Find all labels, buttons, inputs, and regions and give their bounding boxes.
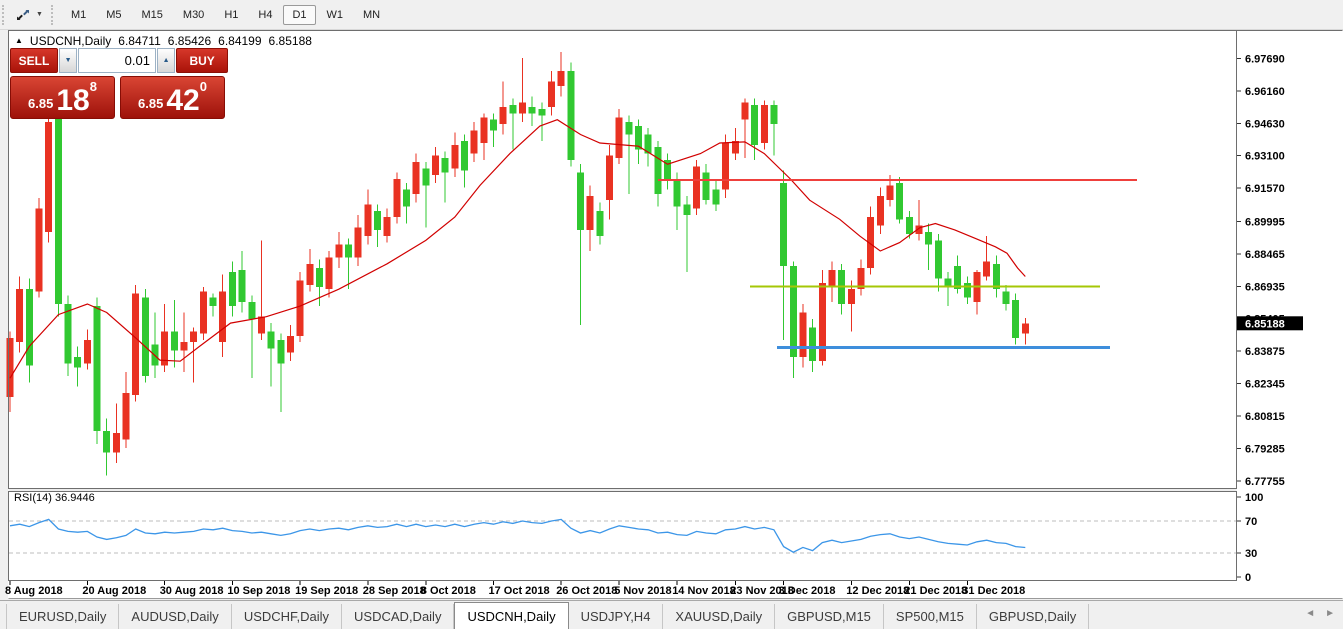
svg-text:30 Aug 2018: 30 Aug 2018 <box>160 585 224 597</box>
svg-text:14 Nov 2018: 14 Nov 2018 <box>672 585 736 597</box>
tab-usdcad-daily[interactable]: USDCAD,Daily <box>342 604 454 629</box>
sell-price-prefix: 6.85 <box>28 96 53 111</box>
sell-price-sup: 8 <box>90 79 97 94</box>
svg-text:70: 70 <box>1245 516 1257 528</box>
collapse-one-click-icon[interactable]: ▲ <box>15 37 23 45</box>
svg-text:6.86935: 6.86935 <box>1245 281 1285 293</box>
svg-text:6.79285: 6.79285 <box>1245 443 1285 455</box>
svg-text:10 Sep 2018: 10 Sep 2018 <box>227 585 290 597</box>
tab-usdjpy-h4[interactable]: USDJPY,H4 <box>569 604 664 629</box>
chart-close: 6.85188 <box>269 34 312 48</box>
tab-scroll-right-icon[interactable]: ► <box>1325 608 1335 619</box>
tab-eurusd-daily[interactable]: EURUSD,Daily <box>6 604 119 629</box>
volume-decrease-button[interactable]: ▼ <box>59 48 77 73</box>
buy-button[interactable]: BUY <box>176 48 228 73</box>
tab-gbpusd-m15[interactable]: GBPUSD,M15 <box>775 604 884 629</box>
svg-text:20 Aug 2018: 20 Aug 2018 <box>82 585 146 597</box>
svg-text:6.82345: 6.82345 <box>1245 379 1285 391</box>
svg-text:28 Sep 2018: 28 Sep 2018 <box>363 585 426 597</box>
svg-text:6.93100: 6.93100 <box>1245 151 1285 163</box>
tab-xauusd-daily[interactable]: XAUUSD,Daily <box>663 604 775 629</box>
svg-text:6.77755: 6.77755 <box>1245 476 1285 488</box>
buy-price-prefix: 6.85 <box>138 96 163 111</box>
buy-price-big: 42 <box>166 87 199 116</box>
buy-price-sup: 0 <box>200 79 207 94</box>
svg-text:6.83875: 6.83875 <box>1245 346 1285 358</box>
svg-text:6.96160: 6.96160 <box>1245 86 1285 98</box>
sell-button[interactable]: SELL <box>10 48 58 73</box>
svg-text:6.91570: 6.91570 <box>1245 183 1285 195</box>
tab-scroll-arrows: ◄ ► <box>1305 608 1335 619</box>
chart-high: 6.85426 <box>168 34 211 48</box>
svg-text:0: 0 <box>1245 572 1251 584</box>
tab-usdchf-daily[interactable]: USDCHF,Daily <box>232 604 342 629</box>
svg-text:26 Oct 2018: 26 Oct 2018 <box>556 585 617 597</box>
svg-text:100: 100 <box>1245 492 1263 504</box>
chart-tabs-bar: EURUSD,Daily AUDUSD,Daily USDCHF,Daily U… <box>0 600 1343 629</box>
svg-text:30: 30 <box>1245 548 1257 560</box>
tab-sp500-m15[interactable]: SP500,M15 <box>884 604 977 629</box>
svg-text:8 Oct 2018: 8 Oct 2018 <box>421 585 476 597</box>
svg-text:6.80815: 6.80815 <box>1245 411 1285 423</box>
svg-text:17 Oct 2018: 17 Oct 2018 <box>489 585 550 597</box>
svg-text:6.97690: 6.97690 <box>1245 54 1285 66</box>
svg-text:6.88465: 6.88465 <box>1245 249 1285 261</box>
tab-usdcnh-daily[interactable]: USDCNH,Daily <box>454 602 568 629</box>
volume-input[interactable]: 0.01 <box>78 48 156 73</box>
chart-low: 6.84199 <box>218 34 261 48</box>
svg-text:6.85188: 6.85188 <box>1245 318 1285 330</box>
sell-price-button[interactable]: 6.85 18 8 <box>10 76 115 119</box>
svg-text:6.94630: 6.94630 <box>1245 118 1285 130</box>
sell-price-big: 18 <box>56 87 89 116</box>
svg-text:6.89995: 6.89995 <box>1245 217 1285 229</box>
tab-scroll-left-icon[interactable]: ◄ <box>1305 608 1315 619</box>
volume-increase-button[interactable]: ▲ <box>157 48 175 73</box>
svg-text:19 Sep 2018: 19 Sep 2018 <box>295 585 358 597</box>
one-click-trading-panel: SELL ▼ 0.01 ▲ BUY 6.85 18 8 6.85 42 0 <box>10 48 228 119</box>
svg-text:8 Aug 2018: 8 Aug 2018 <box>5 585 63 597</box>
svg-text:3 Dec 2018: 3 Dec 2018 <box>779 585 836 597</box>
tab-gbpusd-daily[interactable]: GBPUSD,Daily <box>977 604 1089 629</box>
mt4-terminal: ▼ M1 M5 M15 M30 H1 H4 D1 W1 MN 6.976906.… <box>0 0 1343 629</box>
rsi-indicator-label: RSI(14) 36.9446 <box>14 492 95 504</box>
buy-price-button[interactable]: 6.85 42 0 <box>120 76 225 119</box>
svg-text:31 Dec 2018: 31 Dec 2018 <box>962 585 1025 597</box>
chart-header: ▲ USDCNH,Daily 6.84711 6.85426 6.84199 6… <box>15 34 312 48</box>
tab-audusd-daily[interactable]: AUDUSD,Daily <box>119 604 231 629</box>
svg-text:21 Dec 2018: 21 Dec 2018 <box>904 585 967 597</box>
chart-open: 6.84711 <box>118 34 161 48</box>
chart-symbol-period: USDCNH,Daily <box>30 34 111 48</box>
svg-text:12 Dec 2018: 12 Dec 2018 <box>846 585 909 597</box>
svg-text:5 Nov 2018: 5 Nov 2018 <box>614 585 671 597</box>
